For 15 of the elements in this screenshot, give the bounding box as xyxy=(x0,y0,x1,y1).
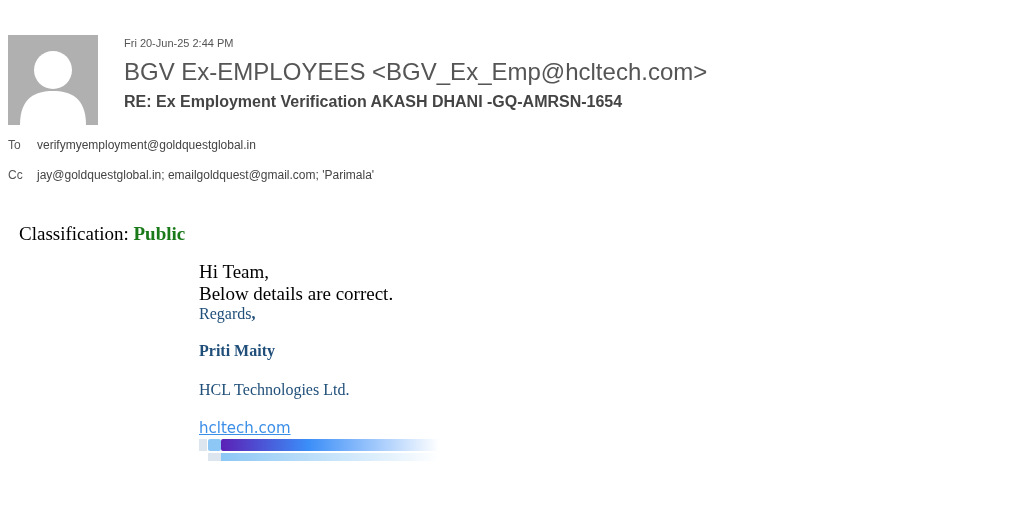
sender-name: BGV Ex-EMPLOYEES <BGV_Ex_Emp@hcltech.com> xyxy=(124,58,708,86)
recipient-list: jay@goldquestglobal.in; emailgoldquest@gmail.com; 'Parimala' xyxy=(37,168,375,182)
company-name: HCL Technologies Ltd. xyxy=(199,381,350,399)
classification-text: Classification: Public xyxy=(19,223,187,245)
email-subject: RE: Ex Employment Verification AKASH DHANI -GQ-AMRSN-1654 xyxy=(124,93,624,111)
sent-date: Fri 20-Jun-25 2:44 PM xyxy=(124,37,235,49)
recipient-list: verifymyemployment@goldquestglobal.in xyxy=(37,138,256,152)
message-text: Hi Team, xyxy=(199,261,270,283)
website-link[interactable]: hcltech.com xyxy=(199,419,291,437)
closing-text: Regards, xyxy=(199,305,256,323)
message-text: Below details are correct. xyxy=(199,283,394,305)
recipient-label: Cc xyxy=(8,168,24,182)
signature-name: Priti Maity xyxy=(199,342,275,360)
recipient-label: To xyxy=(8,138,22,152)
avatar-icon xyxy=(8,35,98,125)
